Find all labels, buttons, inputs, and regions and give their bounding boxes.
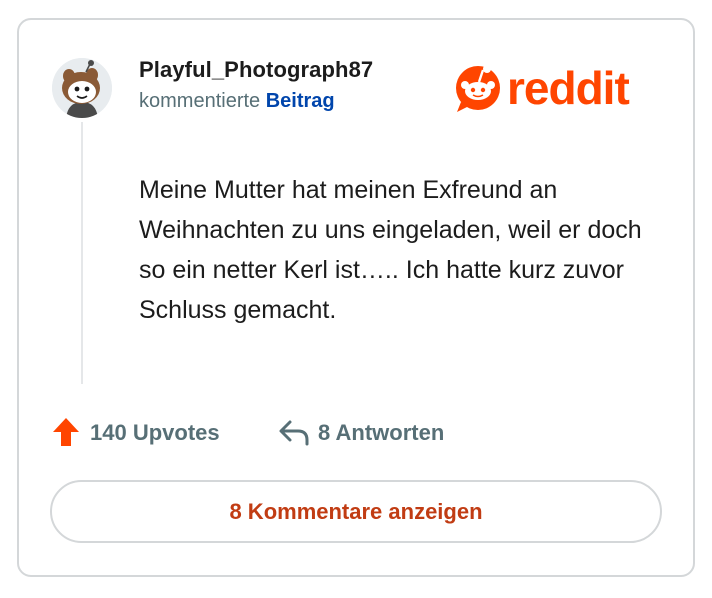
snoo-avatar-icon: [52, 58, 112, 118]
upvote-arrow-icon: [53, 418, 79, 446]
user-avatar[interactable]: [52, 58, 112, 118]
logo-wordmark: reddit: [507, 62, 629, 114]
post-link[interactable]: Beitrag: [266, 90, 335, 112]
comment-context: kommentierte Beitrag: [139, 90, 335, 113]
comment-body: Meine Mutter hat meinen Exfreund an Weih…: [139, 176, 642, 324]
thread-line: [81, 122, 83, 384]
reddit-logo-icon: reddit: [456, 62, 630, 114]
reply-button[interactable]: [278, 418, 310, 446]
upvote-count[interactable]: 140 Upvotes: [90, 420, 220, 446]
show-comments-button[interactable]: 8 Kommentare anzeigen: [50, 480, 662, 543]
username[interactable]: Playful_Photograph87: [139, 57, 373, 83]
action-text: kommentierte: [139, 90, 261, 112]
upvote-button[interactable]: [52, 417, 80, 447]
reply-arrow-icon: [279, 420, 309, 446]
reply-count[interactable]: 8 Antworten: [318, 420, 444, 446]
reddit-logo: reddit: [453, 58, 663, 114]
